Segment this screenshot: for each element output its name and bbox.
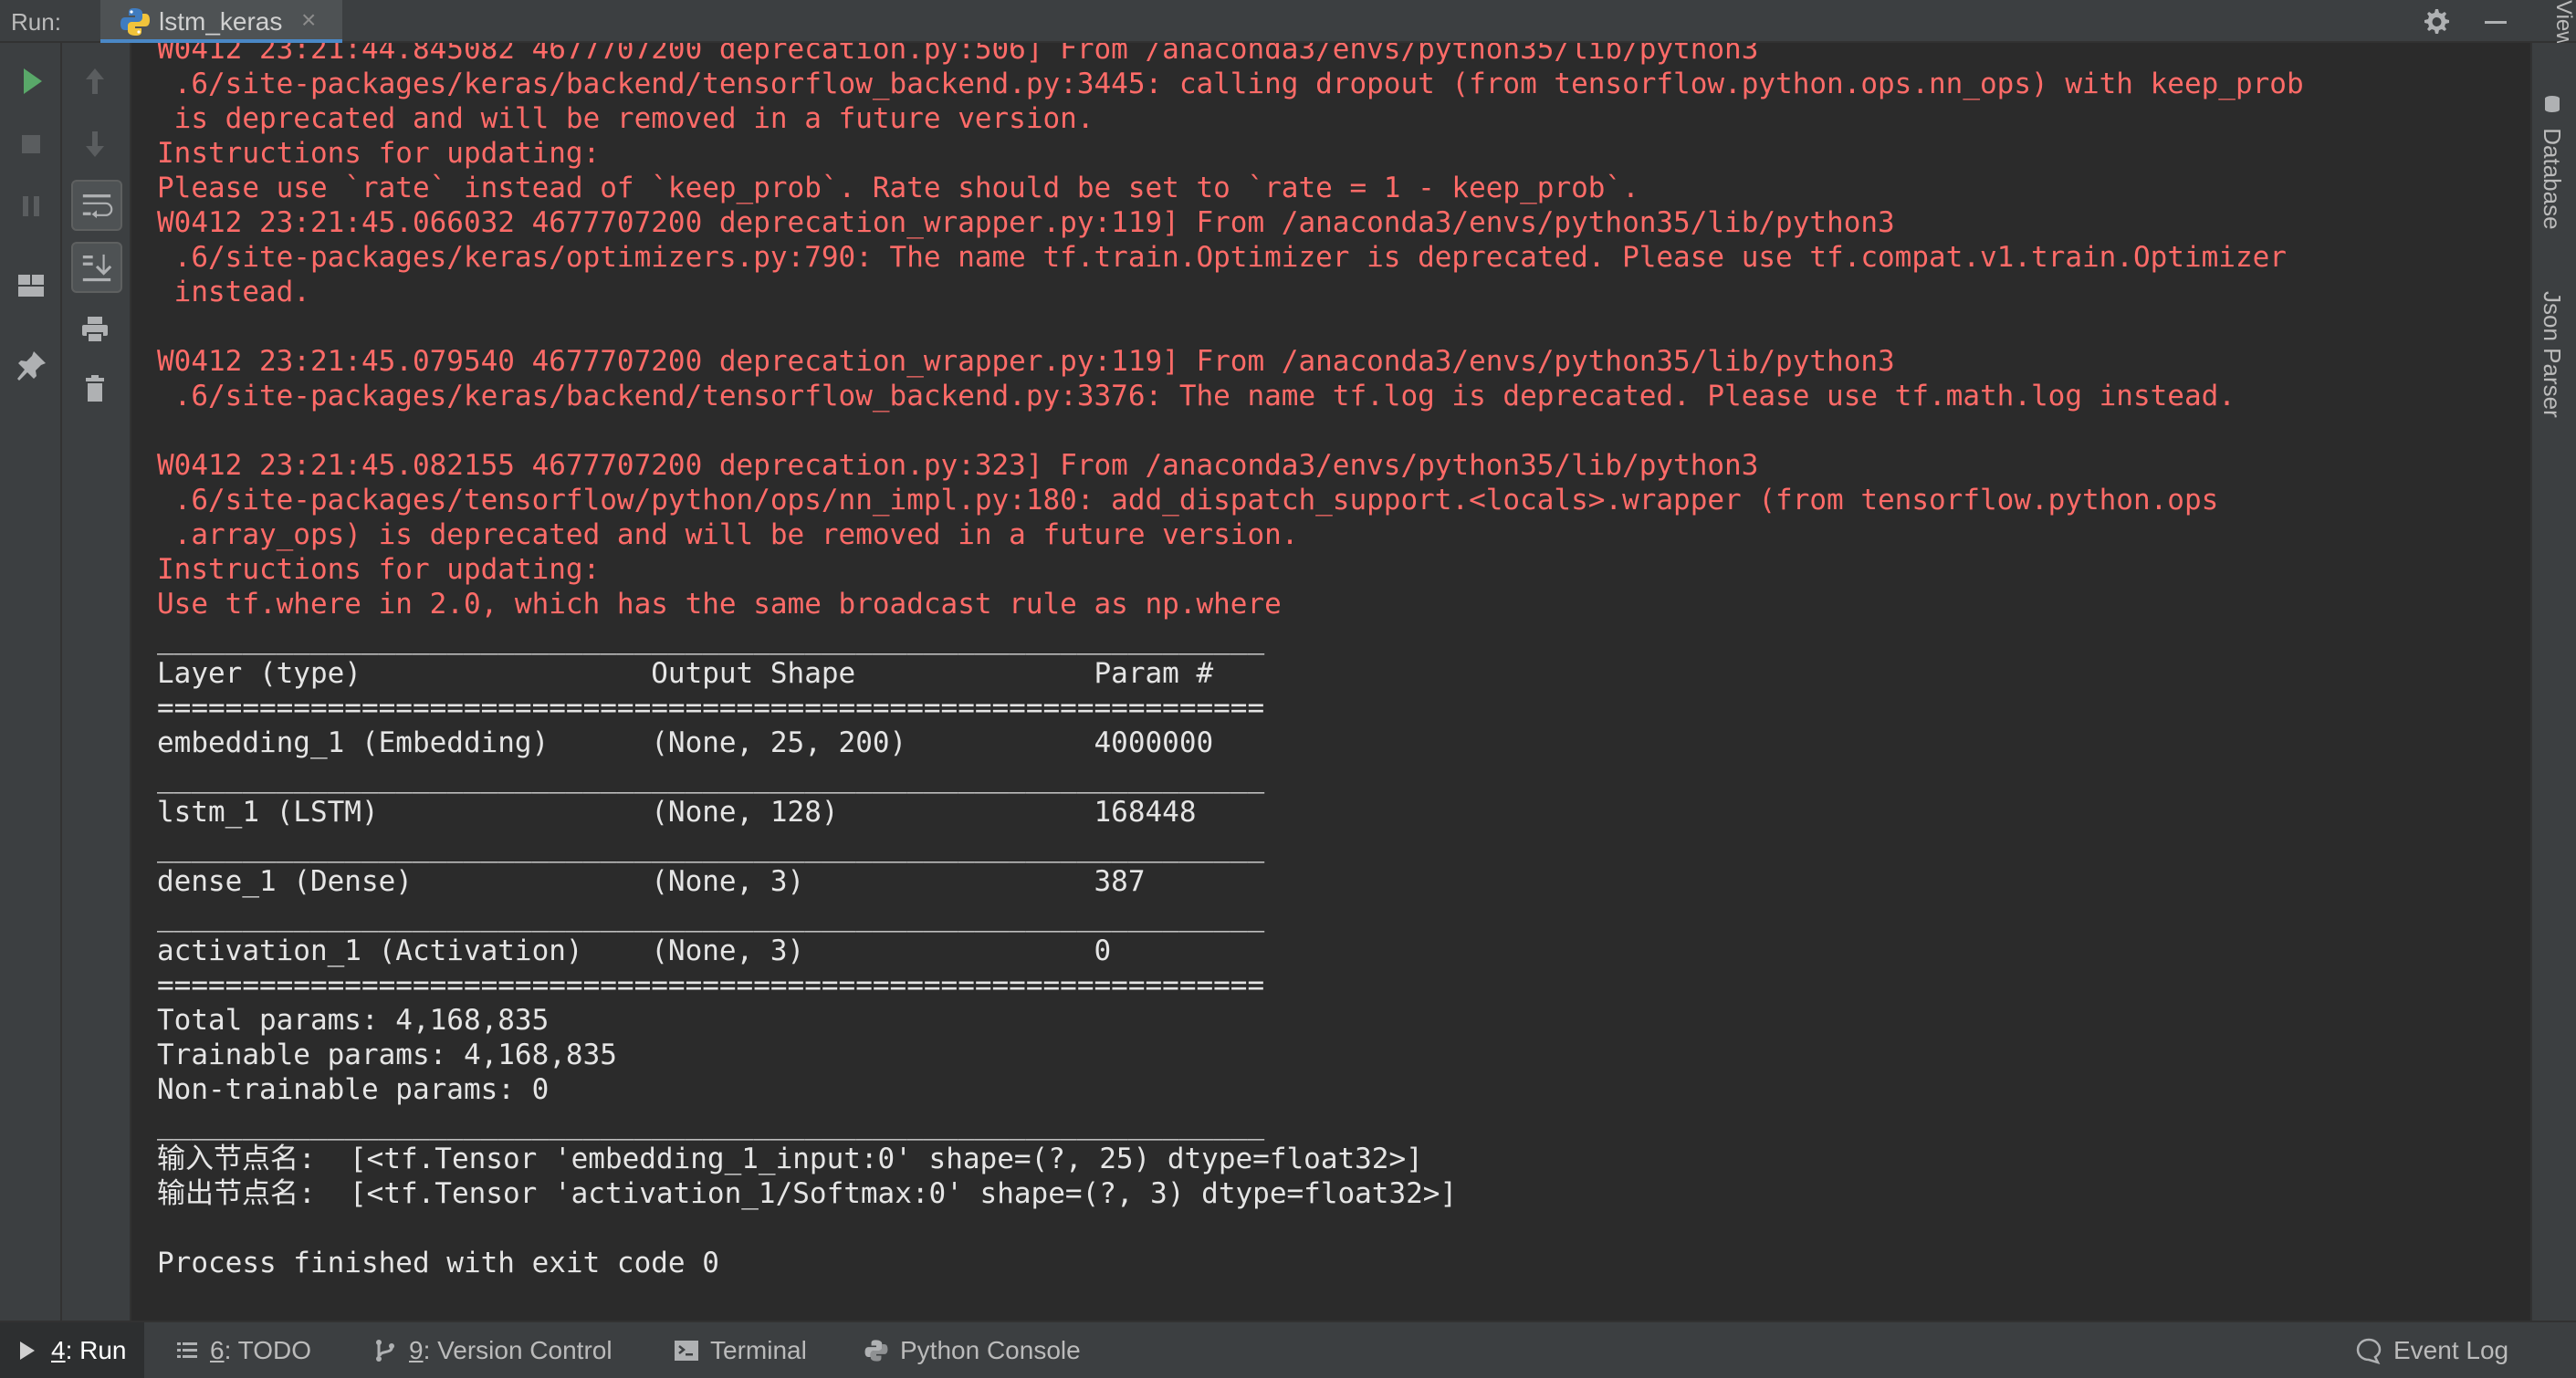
stderr-line: .6/site-packages/keras/backend/tensorflo… bbox=[157, 68, 2304, 100]
run-tool-button[interactable]: 4: Run bbox=[0, 1322, 144, 1378]
vcs-tool-label: : Version Control bbox=[423, 1335, 613, 1364]
run-tool-label: : Run bbox=[65, 1335, 127, 1364]
todo-mnemonic: 6 bbox=[210, 1335, 225, 1364]
stderr-line: W0412 23:21:45.079540 4677707200 depreca… bbox=[157, 345, 1895, 378]
stderr-line: W0412 23:21:44.845082 4677707200 depreca… bbox=[157, 43, 1759, 66]
stdout-line: Layer (type) Output Shape Param # bbox=[157, 657, 1265, 690]
speech-bubble-icon bbox=[2356, 1338, 2382, 1364]
arrow-down-icon bbox=[86, 131, 104, 157]
pin-tab-button[interactable] bbox=[9, 344, 53, 388]
database-icon bbox=[2545, 94, 2566, 114]
print-button[interactable] bbox=[73, 308, 117, 351]
event-log-tool-button[interactable]: Event Log bbox=[2355, 1322, 2508, 1378]
json-parser-side-tab[interactable]: Json Parser bbox=[2538, 291, 2566, 418]
run-tool-window-header: Run: lstm_keras × View bbox=[0, 0, 2576, 43]
minimize-icon[interactable] bbox=[2479, 5, 2512, 38]
up-stack-button[interactable] bbox=[73, 59, 117, 103]
branch-icon bbox=[376, 1339, 394, 1362]
stdout-line: 输入节点名: [<tf.Tensor 'embedding_1_input:0'… bbox=[157, 1143, 1423, 1175]
stdout-line: embedding_1 (Embedding) (None, 25, 200) … bbox=[157, 726, 1265, 759]
restore-layout-button[interactable] bbox=[9, 264, 53, 308]
run-tab-title: lstm_keras bbox=[159, 7, 283, 36]
stderr-line bbox=[157, 413, 2304, 448]
down-stack-button[interactable] bbox=[73, 122, 117, 166]
arrow-up-icon bbox=[86, 68, 104, 94]
todo-tool-button[interactable]: 6: TODO bbox=[175, 1322, 311, 1378]
python-console-icon bbox=[864, 1339, 888, 1362]
stderr-line: Use tf.where in 2.0, which has the same … bbox=[157, 588, 1282, 621]
stdout-line: ========================================… bbox=[157, 969, 1265, 1002]
python-console-tool-label: Python Console bbox=[900, 1335, 1081, 1364]
stdout-line: activation_1 (Activation) (None, 3) 0 bbox=[157, 934, 1265, 967]
rerun-button[interactable] bbox=[9, 59, 53, 103]
stderr-line: W0412 23:21:45.082155 4677707200 depreca… bbox=[157, 449, 1759, 482]
database-tab-label: Database bbox=[2539, 128, 2566, 230]
run-triangle-icon bbox=[20, 1341, 35, 1360]
stderr-line bbox=[157, 309, 2304, 344]
stdout-line: 输出节点名: [<tf.Tensor 'activation_1/Softmax… bbox=[157, 1177, 1458, 1210]
stdout-line: dense_1 (Dense) (None, 3) 387 bbox=[157, 865, 1265, 898]
layout-icon bbox=[18, 275, 44, 297]
scroll-to-end-icon bbox=[82, 254, 112, 282]
stdout-line: ________________________________________… bbox=[157, 830, 1265, 863]
console-output[interactable]: W0412 23:21:44.845082 4677707200 depreca… bbox=[131, 43, 2530, 1321]
pin-icon bbox=[17, 351, 46, 381]
stderr-line: .6/site-packages/keras/optimizers.py:790… bbox=[157, 241, 2287, 274]
console-actions-toolbar bbox=[62, 43, 131, 1321]
printer-icon bbox=[82, 317, 108, 343]
run-actions-toolbar bbox=[0, 43, 62, 1321]
stdout-line: ========================================… bbox=[157, 692, 1265, 725]
stop-button[interactable] bbox=[9, 122, 53, 166]
pause-button[interactable] bbox=[9, 184, 53, 228]
todo-tool-label: : TODO bbox=[224, 1335, 312, 1364]
bottom-tool-window-bar: 4: Run 6: TODO 9: Version Control Termin… bbox=[0, 1321, 2576, 1378]
json-parser-tab-label: Json Parser bbox=[2539, 291, 2566, 418]
stderr-line: .6/site-packages/tensorflow/python/ops/n… bbox=[157, 484, 2219, 517]
stop-icon bbox=[22, 135, 40, 153]
stderr-line: .array_ops) is deprecated and will be re… bbox=[157, 518, 1299, 551]
play-icon bbox=[24, 68, 42, 94]
soft-wrap-icon bbox=[82, 194, 113, 219]
version-control-tool-button[interactable]: 9: Version Control bbox=[372, 1322, 613, 1378]
stderr-line: .6/site-packages/keras/backend/tensorflo… bbox=[157, 380, 2236, 412]
vcs-mnemonic: 9 bbox=[409, 1335, 424, 1364]
list-icon bbox=[177, 1341, 197, 1358]
stderr-line: instead. bbox=[157, 276, 310, 308]
python-icon bbox=[120, 8, 150, 36]
stderr-line: is deprecated and will be removed in a f… bbox=[157, 102, 1094, 135]
run-label: Run: bbox=[11, 8, 61, 36]
event-log-tool-label: Event Log bbox=[2393, 1335, 2509, 1364]
stdout-line: ________________________________________… bbox=[157, 1108, 1265, 1141]
run-tab-lstm-keras[interactable]: lstm_keras × bbox=[100, 0, 342, 43]
clear-all-button[interactable] bbox=[73, 367, 117, 411]
stderr-line: Instructions for updating: bbox=[157, 553, 601, 586]
pause-icon bbox=[23, 196, 39, 216]
database-side-tab[interactable]: Database bbox=[2538, 94, 2566, 230]
trash-icon bbox=[86, 375, 104, 402]
console-lines: W0412 23:21:44.845082 4677707200 depreca… bbox=[157, 43, 2304, 1280]
stdout-line bbox=[157, 1211, 2304, 1246]
stderr-line: Please use `rate` instead of `keep_prob`… bbox=[157, 172, 1639, 204]
stdout-line: Non-trainable params: 0 bbox=[157, 1073, 550, 1106]
stdout-line: Process finished with exit code 0 bbox=[157, 1247, 719, 1279]
stderr-line: W0412 23:21:45.066032 4677707200 depreca… bbox=[157, 206, 1895, 239]
view-side-tab[interactable]: View bbox=[2538, 0, 2576, 43]
right-tool-strip: Database Json Parser bbox=[2530, 43, 2576, 1321]
terminal-tool-button[interactable]: Terminal bbox=[674, 1322, 807, 1378]
stdout-line: lstm_1 (LSTM) (None, 128) 168448 bbox=[157, 796, 1265, 829]
soft-wrap-toggle[interactable] bbox=[71, 180, 122, 231]
stdout-line: ________________________________________… bbox=[157, 900, 1265, 933]
terminal-tool-label: Terminal bbox=[710, 1335, 807, 1364]
stderr-line: Instructions for updating: bbox=[157, 137, 601, 170]
scroll-to-end-toggle[interactable] bbox=[71, 242, 122, 293]
python-console-tool-button[interactable]: Python Console bbox=[864, 1322, 1081, 1378]
stdout-line: Total params: 4,168,835 bbox=[157, 1004, 550, 1037]
gear-icon[interactable] bbox=[2419, 5, 2452, 38]
stdout-line: Trainable params: 4,168,835 bbox=[157, 1039, 617, 1071]
run-mnemonic: 4 bbox=[51, 1335, 66, 1364]
terminal-icon bbox=[675, 1340, 698, 1361]
stdout-line: ________________________________________… bbox=[157, 761, 1265, 794]
stdout-line: ________________________________________… bbox=[157, 622, 1265, 655]
close-tab-icon[interactable]: × bbox=[301, 5, 316, 35]
